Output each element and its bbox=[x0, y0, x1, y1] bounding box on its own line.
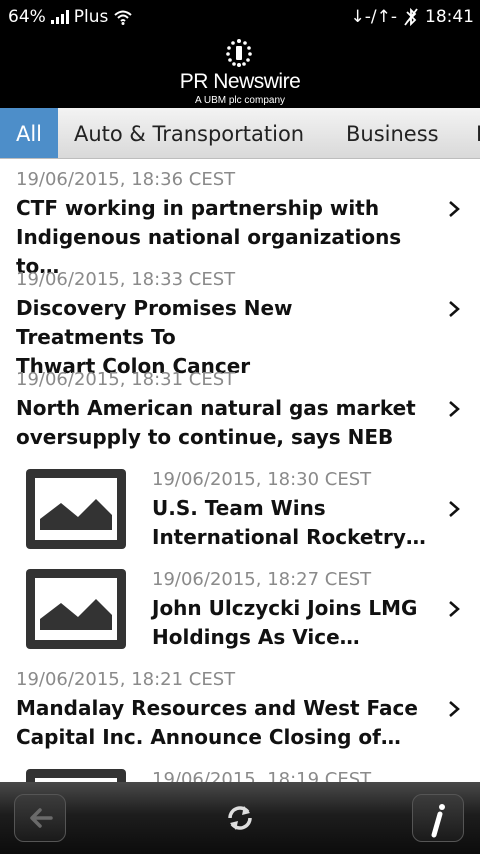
list-item[interactable]: 19/06/2015, 18:31 CEST North American na… bbox=[0, 359, 480, 459]
back-button[interactable] bbox=[14, 794, 66, 842]
battery-level: 64% bbox=[8, 7, 46, 27]
item-date: 19/06/2015, 18:19 CEST bbox=[152, 769, 372, 782]
item-title: U.S. Team Wins International Rocketry… bbox=[152, 496, 426, 549]
list-item[interactable]: 19/06/2015, 18:30 CEST U.S. Team Wins In… bbox=[0, 459, 480, 559]
image-placeholder-icon bbox=[26, 469, 126, 549]
bluetooth-off-icon bbox=[404, 7, 418, 27]
app-header: PR Newswire A UBM plc company bbox=[0, 34, 480, 108]
wifi-icon bbox=[114, 10, 133, 25]
back-arrow-icon bbox=[30, 808, 53, 828]
pr-newswire-logo-icon bbox=[226, 39, 252, 67]
list-item[interactable]: 19/06/2015, 18:21 CEST Mandalay Resource… bbox=[0, 659, 480, 759]
chevron-right-icon bbox=[449, 201, 460, 217]
tab-business[interactable]: Business bbox=[330, 108, 450, 158]
carrier-name: Plus bbox=[73, 7, 109, 27]
signal-bars-icon bbox=[50, 10, 69, 24]
item-date: 19/06/2015, 18:21 CEST bbox=[16, 669, 236, 690]
chevron-right-icon bbox=[449, 501, 460, 517]
chevron-right-icon bbox=[449, 701, 460, 717]
list-item[interactable]: 19/06/2015, 18:33 CEST Discovery Promise… bbox=[0, 259, 480, 378]
item-title: Mandalay Resources and West Face Capital… bbox=[16, 696, 418, 749]
chevron-right-icon bbox=[449, 301, 460, 317]
list-item[interactable]: 19/06/2015, 18:27 CEST John Ulczycki Joi… bbox=[0, 559, 480, 659]
chevron-right-icon bbox=[449, 401, 460, 417]
info-button[interactable] bbox=[412, 794, 464, 842]
tab-all[interactable]: All bbox=[0, 108, 58, 158]
chevron-right-icon bbox=[449, 601, 460, 617]
item-title: North American natural gas market oversu… bbox=[16, 396, 416, 449]
tab-next[interactable]: I bbox=[450, 108, 480, 158]
refresh-button[interactable] bbox=[214, 794, 266, 842]
news-list: 19/06/2015, 18:36 CEST CTF working in pa… bbox=[0, 159, 480, 782]
logo-subtitle: A UBM plc company bbox=[194, 95, 286, 106]
item-date: 19/06/2015, 18:36 CEST bbox=[16, 169, 236, 190]
image-placeholder-icon bbox=[26, 769, 126, 782]
category-tabs: AllAuto & TransportationBusinessI bbox=[0, 108, 480, 159]
refresh-icon bbox=[228, 806, 252, 830]
item-date: 19/06/2015, 18:31 CEST bbox=[16, 369, 236, 390]
list-item[interactable]: 19/06/2015, 18:19 CEST bbox=[0, 759, 480, 782]
clock: 18:41 bbox=[425, 7, 474, 27]
image-placeholder-icon bbox=[26, 569, 126, 649]
bottom-toolbar bbox=[0, 782, 480, 854]
tab-auto-transportation[interactable]: Auto & Transportation bbox=[58, 108, 330, 158]
item-date: 19/06/2015, 18:33 CEST bbox=[16, 269, 236, 290]
item-date: 19/06/2015, 18:27 CEST bbox=[152, 569, 372, 590]
status-bar: 64% Plus ↓-/↑- 18:41 bbox=[0, 0, 480, 34]
logo-name: PR Newswire bbox=[179, 70, 301, 93]
info-icon bbox=[431, 804, 445, 838]
data-indicator: ↓-/↑- bbox=[350, 7, 397, 27]
list-item[interactable]: 19/06/2015, 18:36 CEST CTF working in pa… bbox=[0, 159, 480, 278]
item-date: 19/06/2015, 18:30 CEST bbox=[152, 469, 372, 490]
item-title: John Ulczycki Joins LMG Holdings As Vice… bbox=[152, 596, 418, 649]
